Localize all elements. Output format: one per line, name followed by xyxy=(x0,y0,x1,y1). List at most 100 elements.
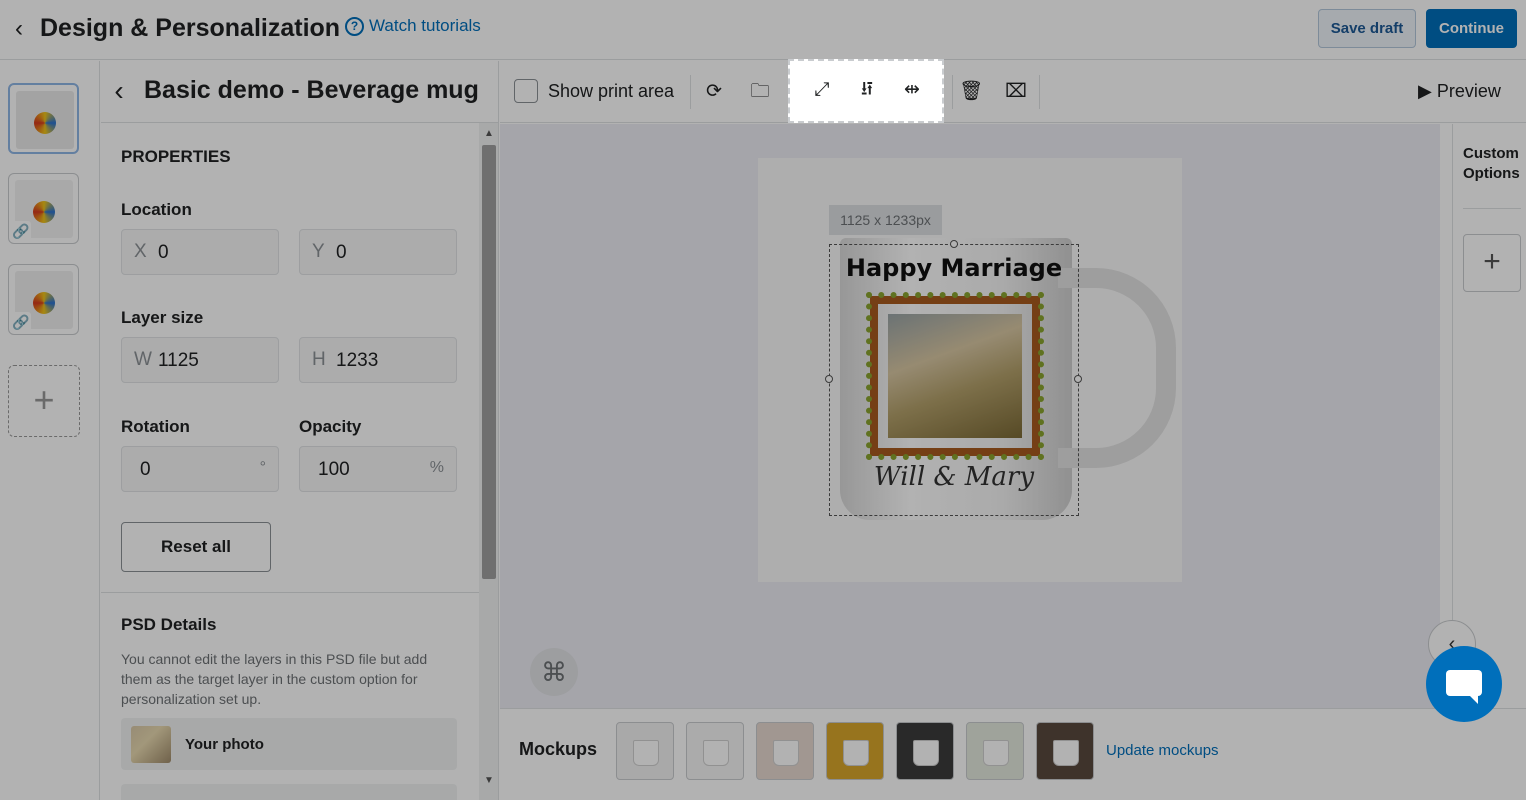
product-thumb-tshirt-model[interactable]: 🔗 xyxy=(8,264,79,335)
mockup-thumb[interactable] xyxy=(686,722,744,780)
play-icon: ▶ xyxy=(1418,81,1432,101)
rotation-label: Rotation xyxy=(121,417,190,436)
product-thumb-tshirt[interactable]: 🔗 xyxy=(8,173,79,244)
preview-button[interactable]: ▶ Preview xyxy=(1418,81,1501,102)
preview-label: Preview xyxy=(1436,81,1501,101)
mug-icon xyxy=(773,740,799,766)
panel-scrollbar[interactable]: ▲ ▼ xyxy=(479,123,498,800)
w-prefix: W xyxy=(134,349,152,370)
opacity-input[interactable]: 100 % xyxy=(299,446,457,492)
mockup-thumb[interactable] xyxy=(896,722,954,780)
scroll-up-icon[interactable]: ▲ xyxy=(479,127,498,141)
sidebar-divider xyxy=(1463,208,1521,209)
properties-heading: PROPERTIES xyxy=(121,147,231,166)
save-draft-button[interactable]: Save draft xyxy=(1318,9,1416,48)
x-prefix: X xyxy=(134,241,147,262)
add-custom-option-button[interactable]: + xyxy=(1463,234,1521,292)
add-product-button[interactable]: + xyxy=(8,365,80,437)
mockup-thumb[interactable] xyxy=(616,722,674,780)
panel-header: ‹ Basic demo - Beverage mug xyxy=(101,61,498,123)
plus-icon: + xyxy=(33,379,55,420)
sync-icon[interactable]: ⟳ xyxy=(701,79,727,105)
help-icon: ? xyxy=(345,16,364,36)
mug-icon xyxy=(843,740,869,766)
h-prefix: H xyxy=(312,349,326,370)
layer-item-your-photo[interactable]: Your photo xyxy=(121,718,457,770)
update-mockups-link[interactable]: Update mockups xyxy=(1106,742,1219,759)
link-icon: 🔗 xyxy=(11,221,31,241)
rotation-value: 0 xyxy=(140,459,151,480)
scroll-down-icon[interactable]: ▼ xyxy=(479,774,498,788)
show-print-area-label: Show print area xyxy=(548,81,675,101)
design-swirl-icon xyxy=(33,292,55,314)
expand-icon[interactable]: ⤢ xyxy=(809,77,835,103)
panel-back-icon[interactable]: ‹ xyxy=(107,73,131,109)
rotation-input[interactable]: 0 ° xyxy=(121,446,279,492)
rotation-unit: ° xyxy=(259,459,266,476)
watch-tutorials-label: Watch tutorials xyxy=(369,16,481,35)
location-label: Location xyxy=(121,200,192,219)
resize-handle[interactable] xyxy=(825,375,833,383)
toolbar-separator xyxy=(690,75,691,109)
layer-height-input[interactable]: H 1233 xyxy=(299,337,457,383)
back-icon[interactable]: ‹ xyxy=(8,14,30,44)
layer-item-label: Your photo xyxy=(185,736,264,753)
panel-title: Basic demo - Beverage mug xyxy=(144,76,479,104)
y-prefix: Y xyxy=(312,241,325,262)
opacity-unit: % xyxy=(429,459,444,476)
panel-divider xyxy=(101,592,479,593)
folder-sync-icon[interactable]: 🗀 xyxy=(747,79,773,105)
page-title: Design & Personalization xyxy=(40,14,341,42)
mug-icon xyxy=(913,740,939,766)
chat-icon xyxy=(1446,670,1482,704)
command-icon[interactable]: ⌘ xyxy=(530,648,578,696)
layer-size-tag: 1125 x 1233px xyxy=(829,205,942,235)
location-x-input[interactable]: X 0 xyxy=(121,229,279,275)
mockups-label: Mockups xyxy=(519,739,598,759)
align-horizontal-center-icon[interactable]: ⇹ xyxy=(899,77,925,103)
mug-artboard[interactable]: Happy Marriage Will & Mary 1125 x 1233px xyxy=(758,158,1182,582)
psd-details-heading: PSD Details xyxy=(121,615,217,634)
highlighted-align-tools: ⤢ ⭿ ⇹ xyxy=(788,59,944,123)
editor-toolbar: Show print area ⟳ 🗀 🗑 ⌧ ▶ Preview xyxy=(500,61,1526,123)
mockup-thumb[interactable] xyxy=(966,722,1024,780)
location-y-input[interactable]: Y 0 xyxy=(299,229,457,275)
opacity-value: 100 xyxy=(318,459,350,480)
h-value: 1233 xyxy=(336,350,379,371)
x-value: 0 xyxy=(158,242,169,263)
opacity-label: Opacity xyxy=(299,417,362,436)
selection-box[interactable] xyxy=(825,240,1082,516)
design-swirl-icon xyxy=(33,201,55,223)
mockups-bar: Mockups Update mockups xyxy=(500,708,1526,800)
layer-width-input[interactable]: W 1125 xyxy=(121,337,279,383)
mug-icon xyxy=(983,740,1009,766)
product-thumb-mug[interactable] xyxy=(8,83,79,154)
resize-handle[interactable] xyxy=(950,240,958,248)
trash-x-icon[interactable]: ⌧ xyxy=(1003,79,1029,105)
mockup-thumb[interactable] xyxy=(1036,722,1094,780)
show-print-area-checkbox[interactable] xyxy=(514,79,538,103)
mug-icon xyxy=(633,740,659,766)
layer-size-label: Layer size xyxy=(121,308,204,327)
plus-icon: + xyxy=(1483,245,1501,278)
mug-icon xyxy=(703,740,729,766)
w-value: 1125 xyxy=(158,350,199,371)
watch-tutorials-link[interactable]: ? Watch tutorials xyxy=(345,16,481,36)
chat-button[interactable] xyxy=(1426,646,1502,722)
mockup-thumb[interactable] xyxy=(826,722,884,780)
mockup-thumb[interactable] xyxy=(756,722,814,780)
layer-thumbnail xyxy=(131,726,171,763)
layer-item-next[interactable] xyxy=(121,784,457,800)
trash-icon[interactable]: 🗑 xyxy=(958,79,984,105)
properties-panel: ‹ Basic demo - Beverage mug PROPERTIES L… xyxy=(101,61,499,800)
reset-all-button[interactable]: Reset all xyxy=(121,522,271,572)
scroll-thumb[interactable] xyxy=(482,145,496,579)
psd-description: You cannot edit the layers in this PSD f… xyxy=(121,651,428,707)
resize-handle[interactable] xyxy=(1074,375,1082,383)
custom-options-sidebar: Custom Options + xyxy=(1452,124,1526,708)
design-canvas[interactable]: Happy Marriage Will & Mary 1125 x 1233px… xyxy=(500,124,1440,708)
align-vertical-center-icon[interactable]: ⭿ xyxy=(854,77,880,103)
continue-button[interactable]: Continue xyxy=(1426,9,1517,48)
product-thumbnails: 🔗 🔗 + xyxy=(0,61,100,800)
link-icon: 🔗 xyxy=(11,312,31,332)
